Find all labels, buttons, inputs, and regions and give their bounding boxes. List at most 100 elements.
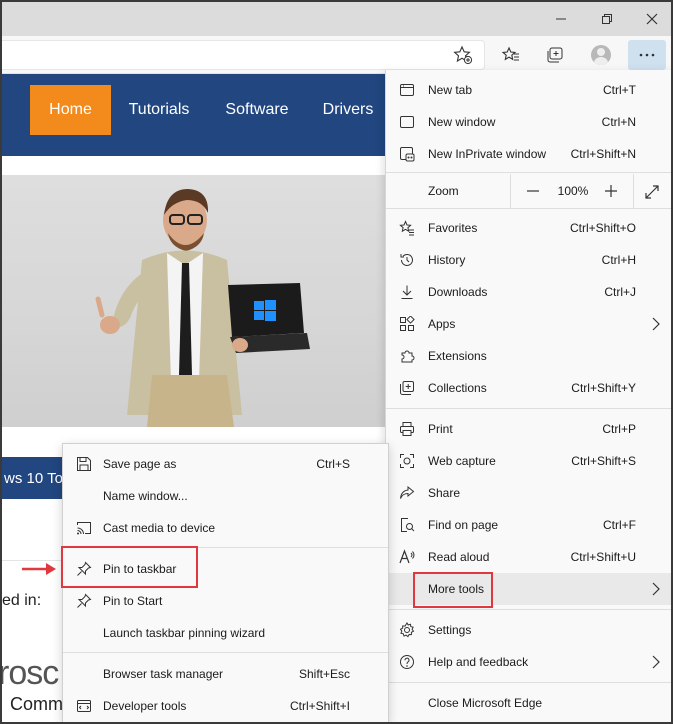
menu-item-label: Close Microsoft Edge: [428, 696, 543, 710]
pin-icon: [75, 592, 93, 610]
history-icon: [398, 251, 416, 269]
minimize-button[interactable]: [538, 2, 584, 36]
nav-tutorials[interactable]: Tutorials: [114, 85, 204, 135]
apps-icon: [398, 315, 416, 333]
menu-item-shortcut: Ctrl+Shift+S: [571, 454, 636, 468]
menu-item-share[interactable]: Share: [386, 477, 671, 509]
menu-separator: [386, 408, 671, 409]
menu-item-label: Help and feedback: [428, 655, 529, 669]
menu-item-shortcut: Ctrl+T: [603, 83, 636, 97]
browser-window: Home Tutorials Software Drivers ws 10 To…: [0, 0, 673, 724]
menu-item-web-capture[interactable]: Web capture Ctrl+Shift+S: [386, 445, 671, 477]
submenu-item-label: Save page as: [103, 457, 177, 471]
submenu-item-label: Browser task manager: [103, 667, 224, 681]
chevron-right-icon: [652, 655, 660, 672]
menu-item-downloads[interactable]: Downloads Ctrl+J: [386, 276, 671, 308]
menu-item-label: Settings: [428, 623, 472, 637]
menu-item-label: Favorites: [428, 221, 478, 235]
expand-icon: [645, 185, 659, 199]
menu-item-label: Collections: [428, 381, 487, 395]
save-icon: [75, 455, 93, 473]
menu-item-label: Find on page: [428, 518, 499, 532]
menu-item-label: New tab: [428, 83, 473, 97]
menu-item-label: New window: [428, 115, 496, 129]
restore-button[interactable]: [584, 2, 630, 36]
submenu-item-browser-task-manager[interactable]: Browser task manager Shift+Esc: [63, 658, 388, 690]
collections-icon: [398, 379, 416, 397]
menu-item-label: Extensions: [428, 349, 487, 363]
submenu-item-pin-to-start[interactable]: Pin to Start: [63, 585, 388, 617]
nav-drivers[interactable]: Drivers: [316, 85, 380, 135]
menu-separator: [386, 609, 671, 610]
share-icon: [398, 484, 416, 502]
menu-item-label: Web capture: [428, 454, 496, 468]
menu-item-label: Print: [428, 422, 453, 436]
close-button[interactable]: [629, 2, 671, 36]
settings-icon: [398, 621, 416, 639]
menu-item-shortcut: Ctrl+H: [601, 253, 636, 267]
submenu-item-name-window[interactable]: Name window...: [63, 480, 388, 512]
favorites-button[interactable]: [495, 40, 527, 70]
hero-image: [2, 175, 392, 427]
submenu-item-save-page-as[interactable]: Save page as Ctrl+S: [63, 448, 388, 480]
add-favorite-button[interactable]: [447, 40, 479, 70]
submenu-item-cast-media[interactable]: Cast media to device: [63, 512, 388, 544]
profile-avatar: [591, 45, 611, 65]
address-bar[interactable]: [2, 40, 485, 70]
submenu-item-shortcut: Ctrl+Shift+I: [289, 699, 350, 713]
menu-item-shortcut: Ctrl+F: [603, 518, 636, 532]
help-icon: [398, 653, 416, 671]
browser-toolbar: [2, 36, 671, 74]
menu-item-print[interactable]: Print Ctrl+P: [386, 413, 671, 445]
favorites-icon: [501, 46, 519, 61]
menu-item-label: Downloads: [428, 285, 488, 299]
menu-item-apps[interactable]: Apps: [386, 308, 671, 340]
menu-item-find-on-page[interactable]: Find on page Ctrl+F: [386, 509, 671, 541]
menu-item-collections[interactable]: Collections Ctrl+Shift+Y: [386, 372, 671, 404]
collections-button[interactable]: [539, 40, 571, 70]
menu-item-label: Read aloud: [428, 550, 490, 564]
menu-item-shortcut: Ctrl+Shift+U: [570, 550, 636, 564]
zoom-in-button[interactable]: [601, 181, 621, 201]
menu-item-new-tab[interactable]: New tab Ctrl+T: [386, 74, 671, 106]
menu-item-read-aloud[interactable]: Read aloud Ctrl+Shift+U: [386, 541, 671, 573]
annotation-highlight-box: [413, 572, 493, 608]
fullscreen-button[interactable]: [642, 182, 662, 202]
submenu-item-label: Developer tools: [103, 699, 187, 713]
find-icon: [398, 516, 416, 534]
nav-software[interactable]: Software: [214, 85, 300, 135]
menu-item-new-inprivate-window[interactable]: New InPrivate window Ctrl+Shift+N: [386, 138, 671, 170]
menu-item-help-and-feedback[interactable]: Help and feedback: [386, 646, 671, 678]
extensions-icon: [398, 347, 416, 365]
menu-item-new-window[interactable]: New window Ctrl+N: [386, 106, 671, 138]
submenu-item-label: Cast media to device: [103, 521, 216, 535]
submenu-item-label: Launch taskbar pinning wizard: [103, 626, 266, 640]
menu-item-history[interactable]: History Ctrl+H: [386, 244, 671, 276]
web-capture-icon: [398, 452, 416, 470]
menu-item-extensions[interactable]: Extensions: [386, 340, 671, 372]
settings-and-more-button[interactable]: [628, 40, 666, 70]
menu-item-close-edge[interactable]: Close Microsoft Edge: [386, 687, 671, 719]
collections-icon: [547, 47, 563, 63]
menu-item-shortcut: Ctrl+P: [602, 422, 636, 436]
menu-separator: [386, 208, 671, 209]
menu-item-label: Share: [428, 486, 461, 500]
nav-home[interactable]: Home: [30, 85, 111, 135]
menu-item-label: Apps: [428, 317, 456, 331]
menu-item-shortcut: Ctrl+N: [601, 115, 636, 129]
menu-separator: [386, 172, 671, 173]
microsoft-logo-text: rosc: [0, 654, 59, 692]
logo-subtext: Comm: [10, 694, 63, 714]
profile-button[interactable]: [585, 40, 617, 70]
submenu-item-launch-pinning-wizard[interactable]: Launch taskbar pinning wizard: [63, 617, 388, 649]
menu-item-label: New InPrivate window: [428, 147, 547, 161]
menu-item-settings[interactable]: Settings: [386, 614, 671, 646]
developer-tools-icon: [75, 697, 93, 715]
new-tab-icon: [398, 81, 416, 99]
menu-separator: [63, 652, 388, 653]
menu-item-favorites[interactable]: Favorites Ctrl+Shift+O: [386, 212, 671, 244]
zoom-out-button[interactable]: [523, 181, 543, 201]
submenu-item-developer-tools[interactable]: Developer tools Ctrl+Shift+I: [63, 690, 388, 722]
settings-and-more-menu: New tab Ctrl+T New window Ctrl+N New InP…: [385, 70, 671, 722]
chevron-right-icon: [652, 582, 660, 599]
